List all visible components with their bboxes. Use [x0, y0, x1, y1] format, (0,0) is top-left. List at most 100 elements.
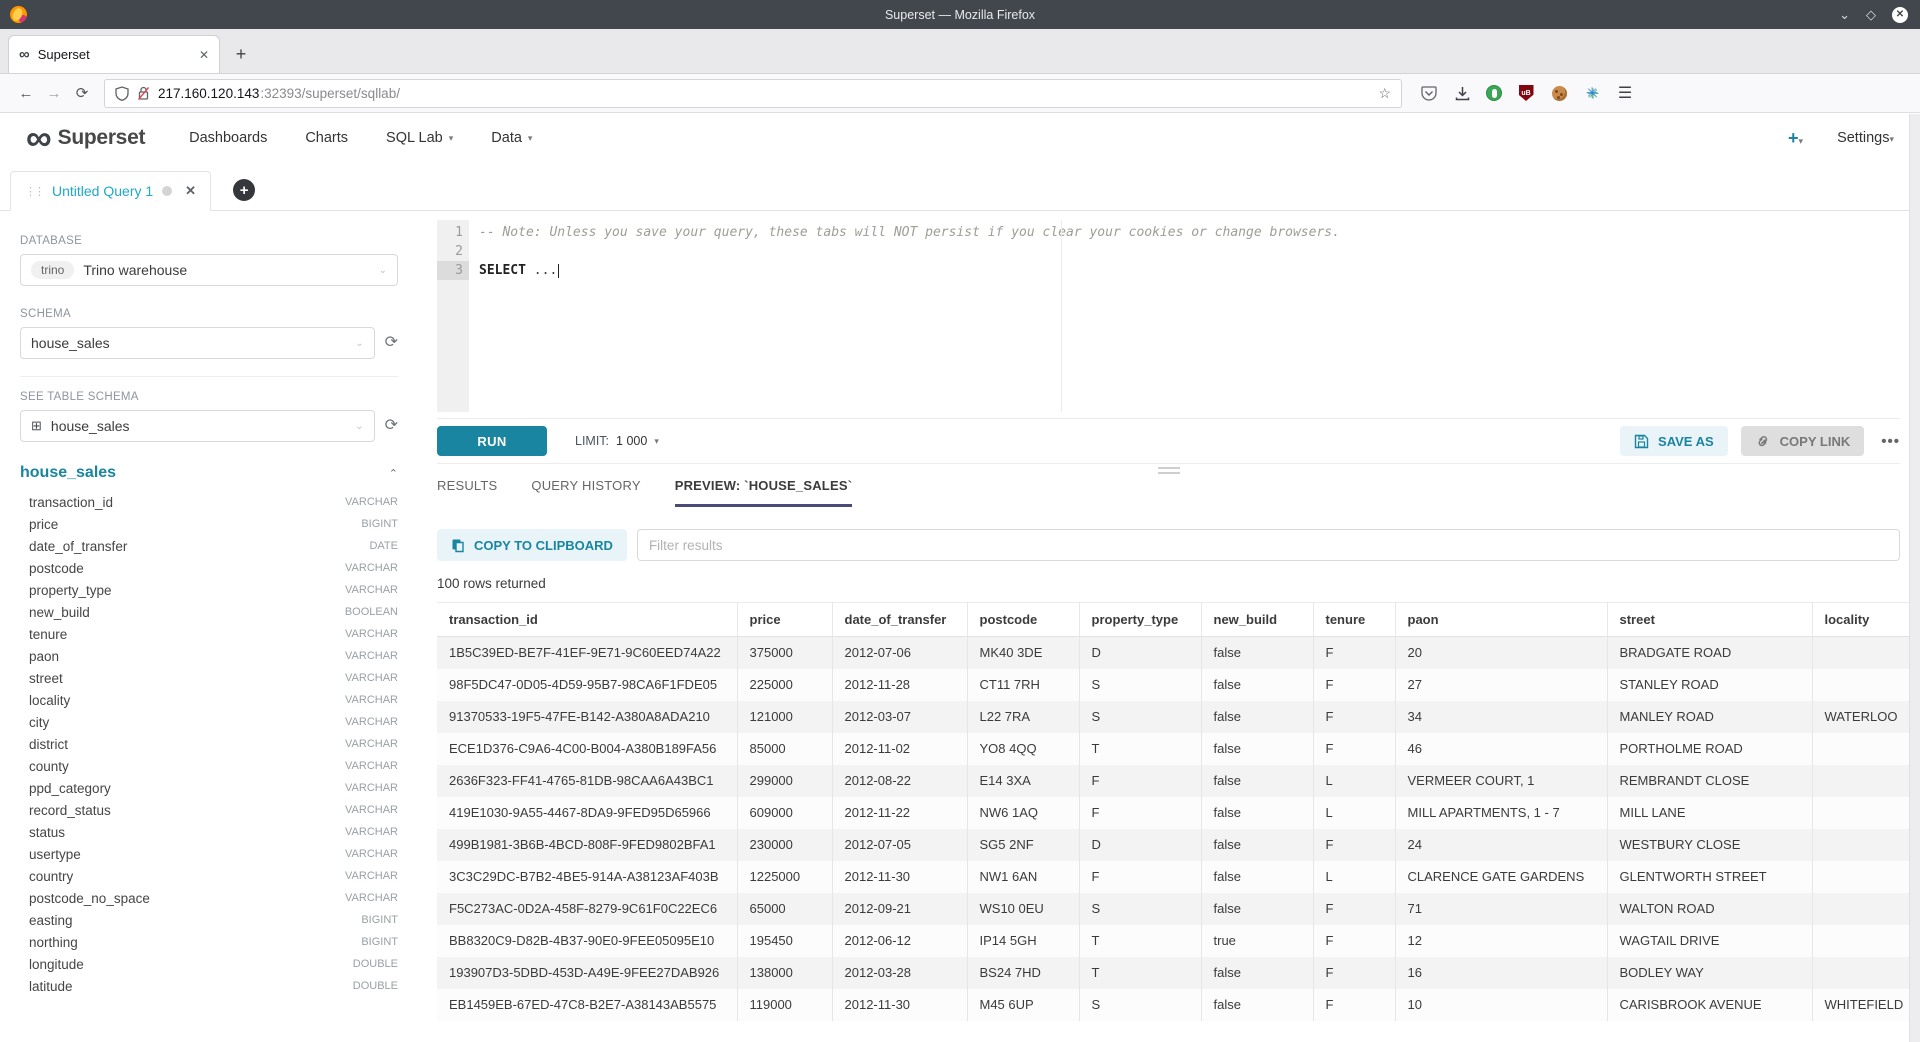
table-cell: WATERLOO [1812, 701, 1920, 733]
new-tab-button[interactable]: + [226, 39, 256, 69]
query-tab-title: Untitled Query 1 [52, 183, 153, 199]
table-cell: 2012-08-22 [832, 765, 967, 797]
table-header-date_of_transfer[interactable]: date_of_transfer [832, 603, 967, 637]
limit-dropdown[interactable]: LIMIT: 1 000 ▾ [575, 434, 659, 448]
column-type: BIGINT [361, 914, 398, 926]
bookmark-star-icon[interactable]: ☆ [1378, 85, 1391, 102]
filter-results-input[interactable] [637, 529, 1900, 561]
table-schema-panel: house_sales ⌃ transaction_idVARCHARprice… [20, 464, 398, 997]
sql-rest: ... [526, 263, 557, 278]
table-header-street[interactable]: street [1607, 603, 1812, 637]
back-button[interactable]: ← [12, 79, 40, 107]
refresh-tables-icon[interactable]: ⟳ [385, 418, 398, 434]
settings-menu[interactable]: Settings▾ [1837, 130, 1894, 146]
schema-column-row: tenureVARCHAR [20, 623, 398, 645]
column-name: country [29, 869, 73, 884]
results-tab-preview-house-sales[interactable]: PREVIEW: `HOUSE_SALES` [675, 478, 853, 507]
table-cell: CARISBROOK AVENUE [1607, 989, 1812, 1021]
column-type: VARCHAR [345, 672, 398, 684]
chevron-up-icon[interactable]: ⌃ [389, 467, 398, 480]
extension-asterisk-icon[interactable]: ✳ [1583, 84, 1601, 102]
table-header-property_type[interactable]: property_type [1079, 603, 1201, 637]
chevron-down-icon: ▾ [449, 133, 454, 144]
table-cell: WALTON ROAD [1607, 893, 1812, 925]
ublock-icon[interactable]: uB [1517, 84, 1535, 102]
cookie-extension-icon[interactable] [1550, 84, 1568, 102]
downloads-icon[interactable] [1453, 84, 1471, 102]
table-header-new_build[interactable]: new_build [1201, 603, 1313, 637]
menu-hamburger-icon[interactable]: ☰ [1616, 84, 1634, 102]
table-cell: 2012-11-22 [832, 797, 967, 829]
more-actions-button[interactable]: ••• [1881, 433, 1900, 450]
table-row: BB8320C9-D82B-4B37-90E0-9FEE05095E101954… [437, 925, 1920, 957]
window-close-button[interactable]: ✕ [1892, 7, 1908, 23]
nav-item-data[interactable]: Data▾ [491, 130, 532, 146]
column-name: city [29, 715, 49, 730]
copy-link-button[interactable]: COPY LINK [1741, 426, 1865, 456]
reload-button[interactable]: ⟳ [68, 79, 96, 107]
schema-column-row: date_of_transferDATE [20, 535, 398, 557]
column-type: VARCHAR [345, 584, 398, 596]
table-panel-title[interactable]: house_sales [20, 464, 116, 482]
schema-column-row: new_buildBOOLEAN [20, 601, 398, 623]
editor-toolbar: RUN LIMIT: 1 000 ▾ SAVE AS COPY LINK [437, 418, 1900, 464]
nav-item-charts[interactable]: Charts [305, 130, 348, 146]
results-tab-results[interactable]: RESULTS [437, 478, 497, 507]
column-type: VARCHAR [345, 826, 398, 838]
window-minimize-button[interactable]: ⌄ [1839, 8, 1850, 21]
pocket-icon[interactable] [1420, 84, 1438, 102]
add-query-tab-button[interactable]: + [233, 179, 255, 201]
query-tab-close-icon[interactable]: ✕ [185, 183, 196, 199]
url-bar[interactable]: 217.160.120.143:32393/superset/sqllab/ ☆ [104, 79, 1402, 108]
table-row: 91370533-19F5-47FE-B142-A380A8ADA2101210… [437, 701, 1920, 733]
window-title: Superset — Mozilla Firefox [0, 8, 1920, 22]
table-header-tenure[interactable]: tenure [1313, 603, 1395, 637]
refresh-schemas-icon[interactable]: ⟳ [385, 335, 398, 351]
results-tab-bar: RESULTS QUERY HISTORY PREVIEW: `HOUSE_SALE… [437, 478, 1900, 507]
table-header-locality[interactable]: locality [1812, 603, 1920, 637]
tab-close-icon[interactable]: ✕ [199, 48, 209, 62]
table-header-paon[interactable]: paon [1395, 603, 1607, 637]
table-cell: S [1079, 893, 1201, 925]
superset-logo[interactable]: ∞ Superset [26, 124, 145, 152]
drag-handle-icon[interactable]: ⋮⋮ [25, 185, 43, 198]
schema-column-row: countryVARCHAR [20, 865, 398, 887]
page-scrollbar[interactable] [1909, 114, 1920, 1042]
limit-label: LIMIT: [575, 434, 609, 448]
column-type: VARCHAR [345, 848, 398, 860]
nav-item-sql-lab[interactable]: SQL Lab▾ [386, 130, 453, 146]
add-new-button[interactable]: +▾ [1788, 128, 1803, 149]
lock-disabled-icon[interactable] [137, 86, 150, 101]
editor-content[interactable]: -- Note: Unless you save your query, the… [469, 220, 1900, 412]
save-as-button[interactable]: SAVE AS [1620, 426, 1728, 456]
table-select-value: house_sales [51, 418, 130, 434]
sql-editor[interactable]: 1 2 3 -- Note: Unless you save your quer… [437, 220, 1900, 412]
nav-item-dashboards[interactable]: Dashboards [189, 130, 267, 146]
column-type: BOOLEAN [345, 606, 398, 618]
extension-green-icon[interactable] [1486, 85, 1502, 101]
results-tab-query-history[interactable]: QUERY HISTORY [531, 478, 640, 507]
pane-resize-bar[interactable] [437, 464, 1900, 476]
forward-button[interactable]: → [40, 79, 68, 107]
browser-tab-title: Superset [38, 47, 90, 62]
column-type: VARCHAR [345, 496, 398, 508]
query-tab-untitled[interactable]: ⋮⋮ Untitled Query 1 ✕ [10, 171, 211, 211]
database-select[interactable]: trino Trino warehouse ⌄ [20, 254, 398, 286]
table-cell: 2012-06-12 [832, 925, 967, 957]
browser-toolbar: ← → ⟳ 217.160.120.143:32393/superset/sql… [0, 74, 1920, 113]
column-name: postcode [29, 561, 84, 576]
schema-label: SCHEMA [20, 308, 398, 320]
shield-icon[interactable] [115, 86, 129, 101]
column-type: DOUBLE [353, 980, 398, 992]
schema-select[interactable]: house_sales ⌄ [20, 327, 375, 359]
browser-tab-superset[interactable]: ∞ Superset ✕ [8, 35, 220, 73]
copy-to-clipboard-button[interactable]: COPY TO CLIPBOARD [437, 529, 627, 561]
table-header-postcode[interactable]: postcode [967, 603, 1079, 637]
table-cell: IP14 5GH [967, 925, 1079, 957]
table-header-transaction_id[interactable]: transaction_id [437, 603, 737, 637]
run-button[interactable]: RUN [437, 426, 547, 456]
table-header-price[interactable]: price [737, 603, 832, 637]
table-select[interactable]: ⊞ house_sales ⌄ [20, 410, 375, 442]
window-maximize-button[interactable]: ◇ [1866, 8, 1876, 21]
column-type: DOUBLE [353, 958, 398, 970]
